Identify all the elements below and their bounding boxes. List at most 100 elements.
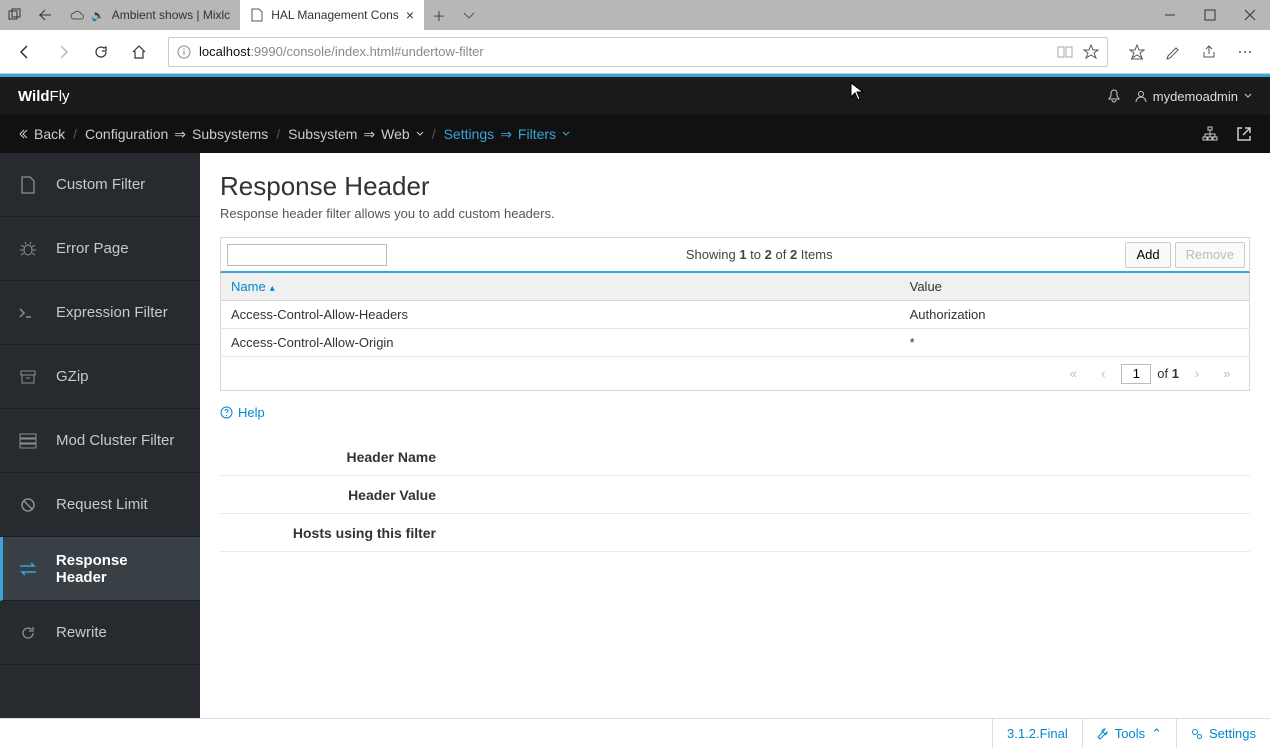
url-path: /console/index.html#undertow-filter (283, 44, 484, 59)
page-icon (250, 8, 264, 22)
breadcrumb-item-3[interactable]: Settings ⇒ Filters (444, 126, 570, 143)
cloud-icon (70, 8, 84, 22)
page-description: Response header filter allows you to add… (220, 206, 1250, 221)
table-row[interactable]: Access-Control-Allow-HeadersAuthorizatio… (221, 301, 1250, 329)
gears-icon (1191, 728, 1203, 740)
showing-count: Showing 1 to 2 of 2 Items (393, 247, 1125, 262)
external-link-icon[interactable] (1236, 126, 1252, 142)
browser-tab-0[interactable]: 🔊 Ambient shows | Mixlc (60, 0, 240, 30)
sidebar-item-label: Expression Filter (56, 304, 168, 321)
close-icon[interactable]: × (406, 7, 414, 23)
breadcrumb-item-0[interactable]: Configuration ⇒ Subsystems (85, 126, 268, 143)
notes-icon[interactable] (1156, 35, 1190, 69)
minimize-button[interactable] (1150, 0, 1190, 30)
form-label: Header Value (220, 487, 460, 503)
tabs-overview-icon[interactable] (0, 0, 30, 30)
t: Settings (1209, 726, 1256, 741)
sidebar-item-mod-cluster-filter[interactable]: Mod Cluster Filter (0, 409, 200, 473)
sidebar-item-label: Custom Filter (56, 176, 145, 193)
sitemap-icon[interactable] (1202, 126, 1218, 142)
sidebar-item-response-header[interactable]: Response Header (0, 537, 200, 601)
sidebar-item-custom-filter[interactable]: Custom Filter (0, 153, 200, 217)
sidebar-item-label: Error Page (56, 240, 129, 257)
prev-page-icon[interactable]: ‹ (1091, 362, 1115, 386)
remove-button[interactable]: Remove (1175, 242, 1245, 268)
maximize-button[interactable] (1190, 0, 1230, 30)
bc-label: Filters (518, 126, 556, 142)
page-input[interactable] (1121, 364, 1151, 384)
form-row-header-name: Header Name (220, 438, 1250, 476)
sidebar-item-gzip[interactable]: GZip (0, 345, 200, 409)
favorites-list-icon[interactable] (1120, 35, 1154, 69)
add-button[interactable]: Add (1125, 242, 1170, 268)
tab-label: HAL Management Cons (271, 8, 399, 22)
reading-view-icon[interactable] (1057, 45, 1073, 59)
close-window-button[interactable] (1230, 0, 1270, 30)
cell-value: * (900, 329, 1250, 357)
first-page-icon[interactable]: « (1061, 362, 1085, 386)
info-icon[interactable] (177, 45, 191, 59)
t: 1 (1172, 366, 1179, 381)
footer-settings[interactable]: Settings (1176, 719, 1270, 748)
sidebar-toggle-icon[interactable] (30, 0, 60, 30)
browser-tab-1[interactable]: HAL Management Cons × (240, 0, 424, 30)
t: 1 (739, 247, 746, 262)
sep: / (73, 126, 77, 142)
more-icon[interactable] (1228, 35, 1262, 69)
bc-label: Settings (444, 126, 495, 142)
col-label: Name (231, 279, 266, 294)
url-input[interactable]: localhost:9990/console/index.html#undert… (168, 37, 1108, 67)
help-text: Help (238, 405, 265, 420)
breadcrumb-item-2[interactable]: Subsystem ⇒ Web (288, 126, 424, 143)
help-icon (220, 406, 233, 419)
reload-button[interactable] (84, 35, 118, 69)
table-row[interactable]: Access-Control-Allow-Origin* (221, 329, 1250, 357)
breadcrumb-back[interactable]: Back (18, 126, 65, 142)
exchange-icon (18, 562, 38, 576)
last-page-icon[interactable]: » (1215, 362, 1239, 386)
new-tab-button[interactable]: ＋ (424, 0, 454, 30)
browser-titlebar: 🔊 Ambient shows | Mixlc HAL Management C… (0, 0, 1270, 30)
footer-version[interactable]: 3.1.2.Final (992, 719, 1082, 748)
sidebar-item-label: Mod Cluster Filter (56, 432, 174, 449)
bc-label: Subsystems (192, 126, 268, 142)
back-label: Back (34, 126, 65, 142)
home-button[interactable] (122, 35, 156, 69)
sidebar-item-label: Response Header (56, 552, 182, 586)
col-name[interactable]: Name ▴ (221, 273, 900, 301)
filter-input[interactable] (227, 244, 387, 266)
sidebar-item-label: Request Limit (56, 496, 148, 513)
sort-asc-icon: ▴ (270, 283, 275, 294)
sidebar-item-error-page[interactable]: Error Page (0, 217, 200, 281)
next-page-icon[interactable]: › (1185, 362, 1209, 386)
sidebar-item-expression-filter[interactable]: Expression Filter (0, 281, 200, 345)
footer-tools[interactable]: Tools ⌃ (1082, 719, 1176, 748)
data-table: Name ▴ Value Access-Control-Allow-Headers… (220, 273, 1250, 357)
tab-label: Ambient shows | Mixlc (112, 8, 230, 22)
url-host: localhost (199, 44, 250, 59)
form-row-hosts: Hosts using this filter (220, 514, 1250, 552)
favorite-icon[interactable] (1083, 44, 1099, 60)
col-value[interactable]: Value (900, 273, 1250, 301)
forward-button[interactable] (46, 35, 80, 69)
bc-label: Web (381, 126, 410, 142)
sep: / (276, 126, 280, 142)
sidebar-item-label: GZip (56, 368, 89, 385)
user-menu[interactable]: mydemoadmin (1135, 89, 1252, 104)
form-label: Header Name (220, 449, 460, 465)
sidebar-item-rewrite[interactable]: Rewrite (0, 601, 200, 665)
user-name: mydemoadmin (1153, 89, 1238, 104)
back-button[interactable] (8, 35, 42, 69)
sidebar-item-request-limit[interactable]: Request Limit (0, 473, 200, 537)
url-port: :9990 (250, 44, 283, 59)
tab-menu-icon[interactable] (454, 0, 484, 30)
share-icon[interactable] (1192, 35, 1226, 69)
bell-icon[interactable] (1099, 89, 1129, 103)
chevron-down-icon (416, 130, 424, 138)
brand-light: Fly (50, 88, 70, 105)
help-link[interactable]: Help (220, 405, 1250, 420)
chevron-up-icon: ⌃ (1151, 726, 1162, 742)
brand-logo[interactable]: WildFly (18, 88, 70, 105)
sep: / (432, 126, 436, 142)
t: of (1157, 366, 1168, 381)
